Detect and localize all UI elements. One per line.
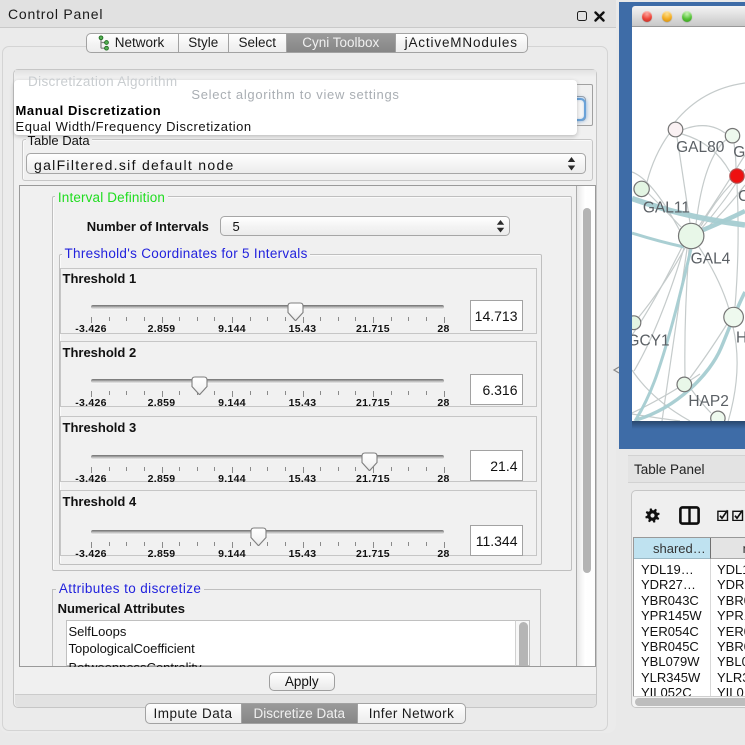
- svg-text:HAP2: HAP2: [688, 393, 729, 410]
- svg-text:GAL4: GAL4: [691, 251, 731, 268]
- svg-text:GCY1: GCY1: [632, 333, 670, 350]
- svg-text:GAL3: GAL3: [733, 144, 745, 161]
- svg-text:GAL11: GAL11: [643, 200, 690, 217]
- svg-text:GAL80: GAL80: [676, 139, 725, 156]
- svg-text:CRP1: CRP1: [738, 188, 745, 205]
- svg-text:HSF1: HSF1: [736, 330, 745, 347]
